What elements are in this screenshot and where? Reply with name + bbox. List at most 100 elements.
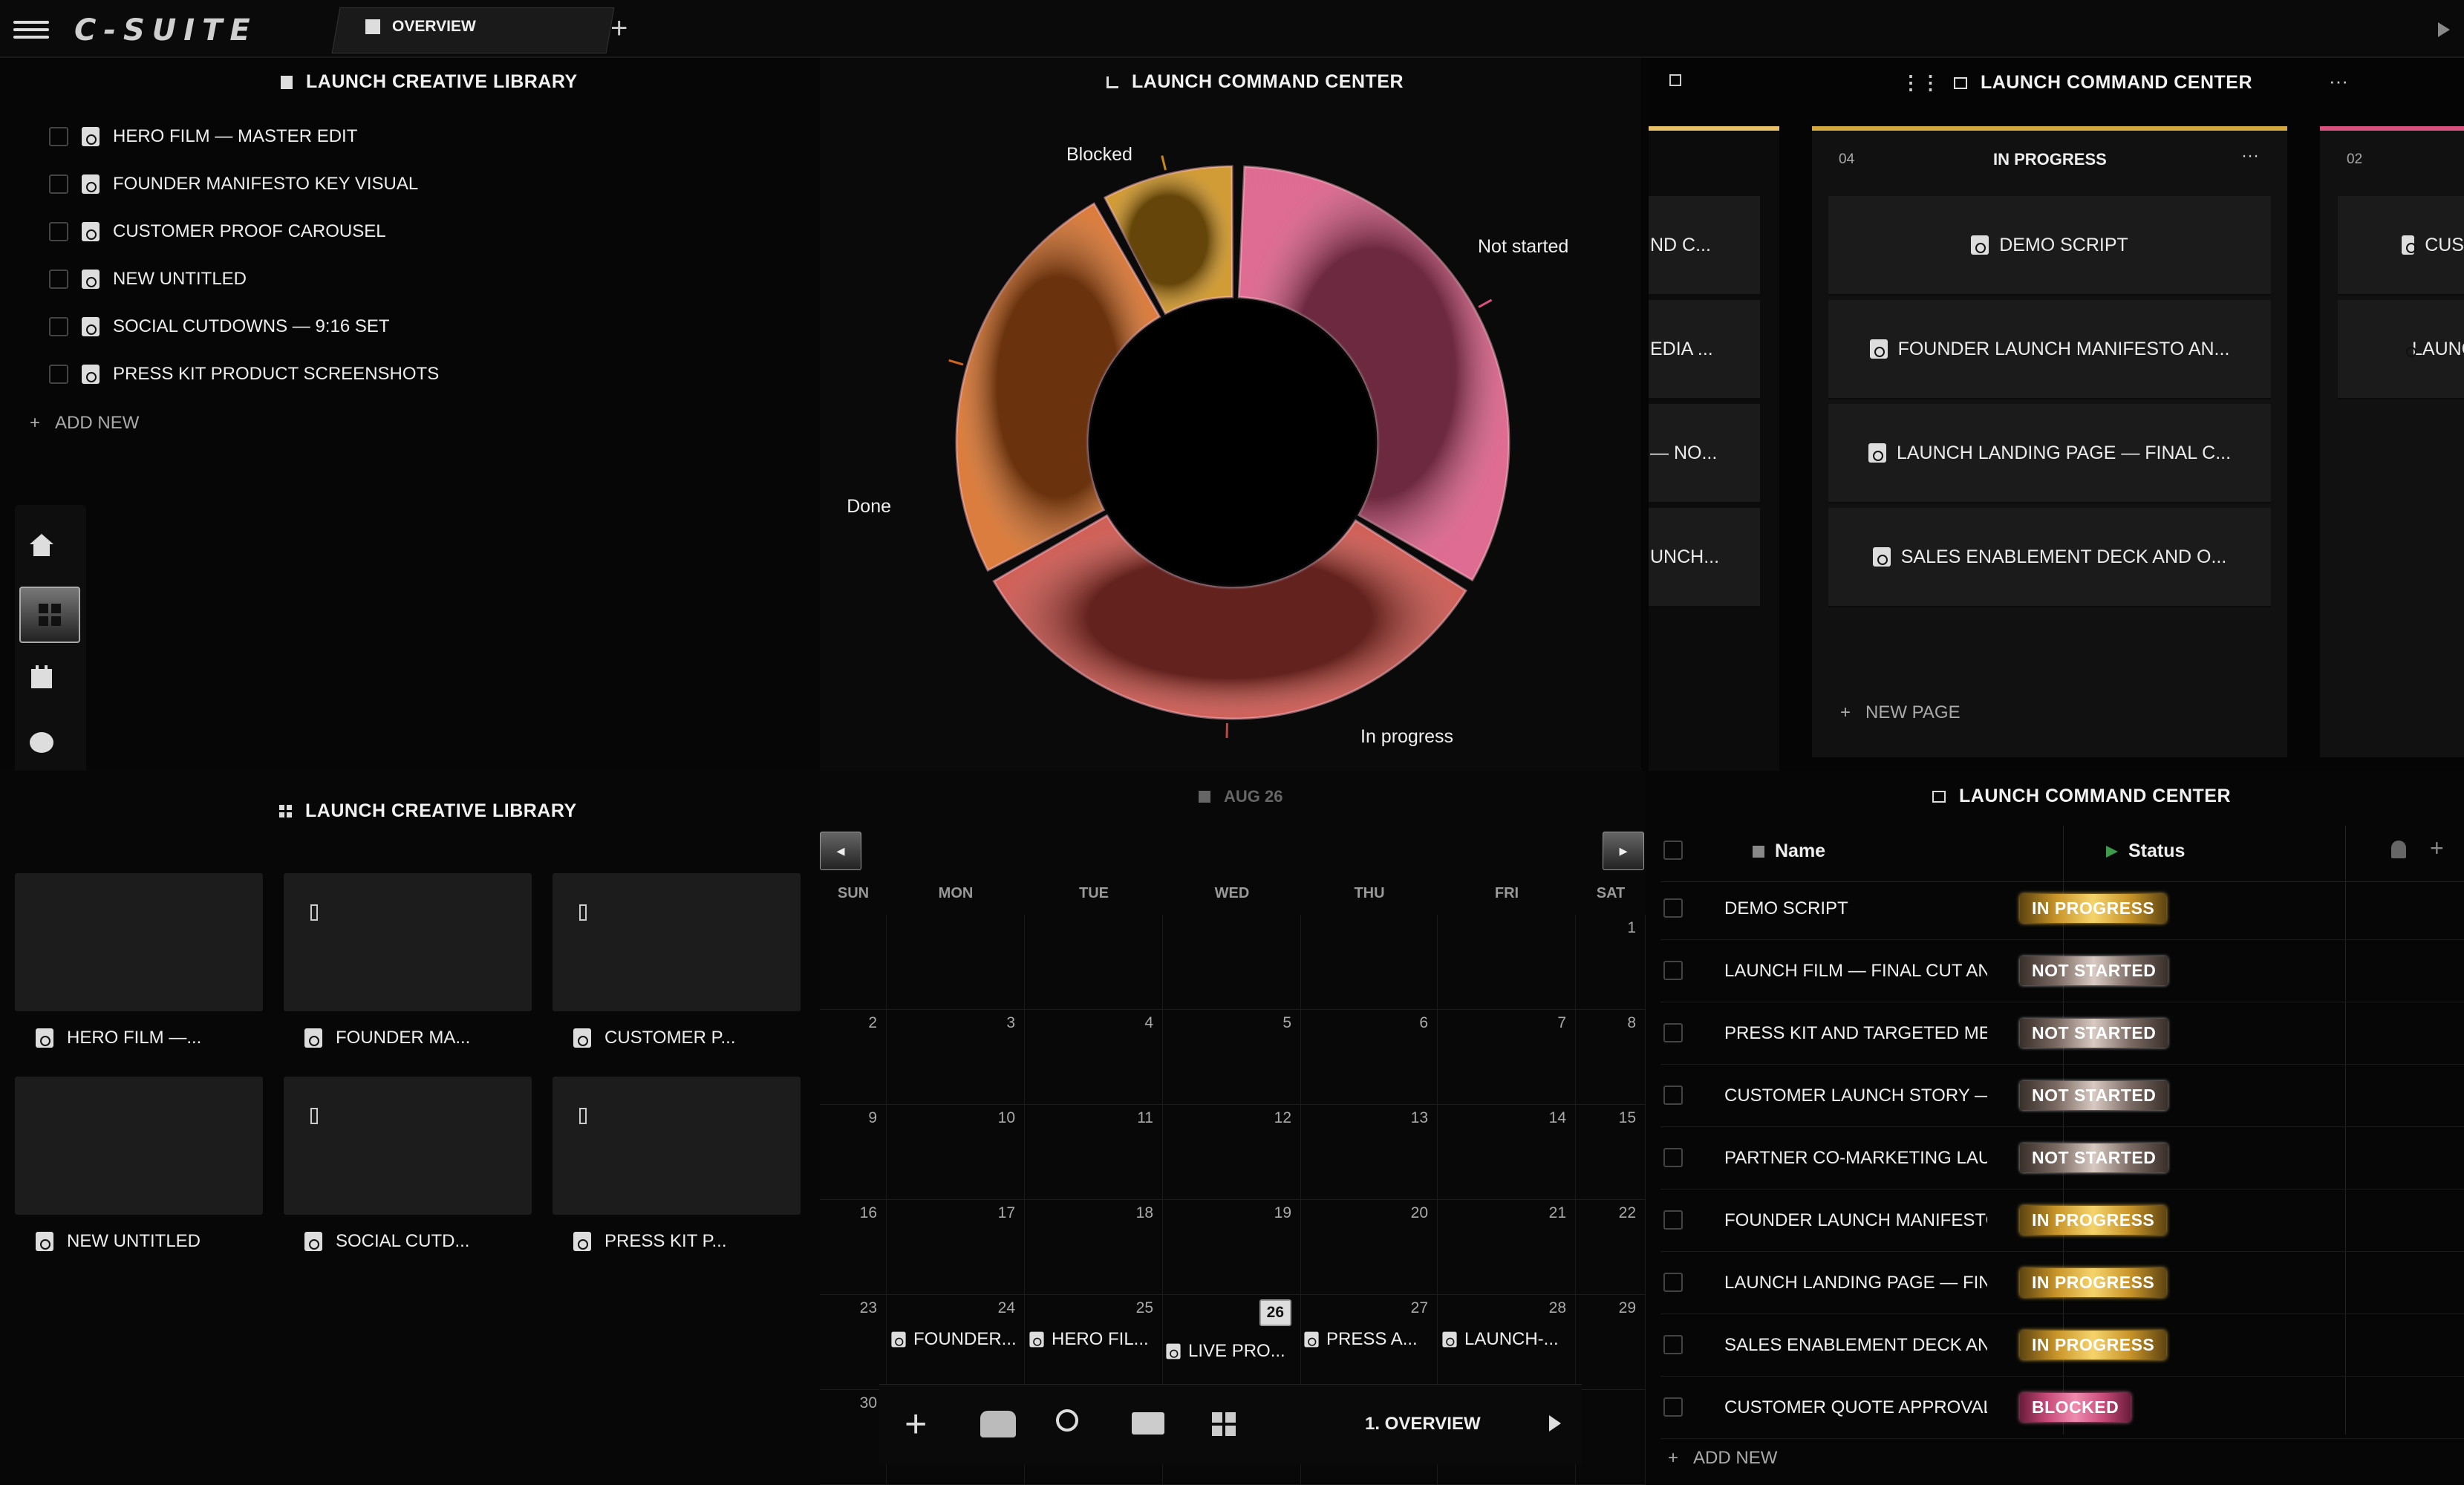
- kanban-card-left[interactable]: UNCH...: [1649, 508, 1760, 607]
- calendar-day-cell[interactable]: 3: [887, 1010, 1025, 1105]
- library-tile-label[interactable]: PRESS KIT P...: [573, 1231, 727, 1252]
- table-row[interactable]: FOUNDER LAUNCH MANIFESTO AND :IN PROGRES…: [1660, 1189, 2464, 1252]
- item-checkbox[interactable]: [49, 317, 68, 336]
- calendar-day-cell[interactable]: [1576, 1390, 1646, 1485]
- row-checkbox[interactable]: [1663, 1397, 1683, 1417]
- table-row[interactable]: CUSTOMER QUOTE APPROVALSBLOCKED: [1660, 1377, 2464, 1439]
- calendar-day-cell[interactable]: 18: [1025, 1200, 1163, 1295]
- calendar-day-cell[interactable]: [1163, 915, 1301, 1010]
- person-icon[interactable]: [2391, 841, 2406, 858]
- calendar-day-cell[interactable]: 2: [820, 1010, 887, 1105]
- table-row[interactable]: LAUNCH FILM — FINAL CUT AND CAPTNOT STAR…: [1660, 940, 2464, 1002]
- table-row[interactable]: LAUNCH LANDING PAGE — FINAL COIIN PROGRE…: [1660, 1252, 2464, 1314]
- calendar-day-cell[interactable]: 12: [1163, 1105, 1301, 1200]
- kanban-card-left[interactable]: ND C...: [1649, 196, 1760, 296]
- item-checkbox[interactable]: [49, 270, 68, 289]
- row-checkbox[interactable]: [1663, 1335, 1683, 1354]
- play-icon[interactable]: [1549, 1415, 1561, 1432]
- item-checkbox[interactable]: [49, 127, 68, 146]
- status-badge[interactable]: IN PROGRESS: [2020, 894, 2166, 923]
- select-all-checkbox[interactable]: [1663, 841, 1683, 860]
- kanban-card-right[interactable]: LAUNC: [2338, 300, 2464, 399]
- calendar-day-cell[interactable]: 21: [1438, 1200, 1576, 1295]
- row-checkbox[interactable]: [1663, 1210, 1683, 1230]
- library-tile-label[interactable]: FOUNDER MA...: [304, 1028, 470, 1048]
- home-icon[interactable]: [16, 520, 67, 570]
- new-page-button[interactable]: + NEW PAGE: [1840, 702, 1961, 723]
- kanban-card-left[interactable]: EDIA ...: [1649, 300, 1760, 399]
- calendar-day-cell[interactable]: [1438, 915, 1576, 1010]
- row-checkbox[interactable]: [1663, 961, 1683, 980]
- chat-icon[interactable]: [1132, 1412, 1164, 1435]
- calendar-day-cell[interactable]: 7: [1438, 1010, 1576, 1105]
- status-badge[interactable]: IN PROGRESS: [2020, 1331, 2166, 1360]
- library-tile-label[interactable]: SOCIAL CUTD...: [304, 1231, 469, 1252]
- table-row[interactable]: PARTNER CO-MARKETING LAUNCH KNOT STARTED: [1660, 1127, 2464, 1189]
- calendar-day-cell[interactable]: [1301, 915, 1438, 1010]
- library-item[interactable]: PRESS KIT PRODUCT SCREENSHOTS: [49, 359, 439, 389]
- calendar-day-cell[interactable]: 9: [820, 1105, 887, 1200]
- column-more-icon[interactable]: ···: [2241, 146, 2259, 166]
- library-tile-preview[interactable]: [15, 873, 263, 1011]
- add-column-button[interactable]: +: [2430, 835, 2444, 862]
- calendar-day-cell[interactable]: 10: [887, 1105, 1025, 1200]
- row-checkbox[interactable]: [1663, 1148, 1683, 1167]
- kanban-card[interactable]: LAUNCH LANDING PAGE — FINAL C...: [1828, 404, 2271, 503]
- calendar-day-cell[interactable]: 5: [1163, 1010, 1301, 1105]
- library-item[interactable]: SOCIAL CUTDOWNS — 9:16 SET: [49, 312, 390, 342]
- library-tile-preview[interactable]: [284, 873, 532, 1011]
- calendar-day-cell[interactable]: 30: [820, 1390, 887, 1485]
- library-add-new-button[interactable]: + ADD NEW: [30, 413, 139, 434]
- item-checkbox[interactable]: [49, 365, 68, 384]
- library-tile-label[interactable]: NEW UNTITLED: [36, 1231, 201, 1252]
- calendar-event[interactable]: HERO FIL...: [1028, 1329, 1149, 1350]
- library-tile-preview[interactable]: [284, 1077, 532, 1215]
- inbox-icon[interactable]: [980, 1411, 1016, 1437]
- row-checkbox[interactable]: [1663, 1273, 1683, 1292]
- kanban-card[interactable]: SALES ENABLEMENT DECK AND O...: [1828, 508, 2271, 607]
- library-item[interactable]: HERO FILM — MASTER EDIT: [49, 122, 357, 151]
- brain-icon[interactable]: [16, 717, 67, 768]
- row-checkbox[interactable]: [1663, 898, 1683, 918]
- add-icon[interactable]: +: [905, 1405, 927, 1443]
- calendar-day-cell[interactable]: 16: [820, 1200, 887, 1295]
- status-badge[interactable]: NOT STARTED: [2020, 956, 2168, 985]
- status-badge[interactable]: NOT STARTED: [2020, 1081, 2168, 1110]
- table-row[interactable]: DEMO SCRIPTIN PROGRESS: [1660, 878, 2464, 940]
- status-badge[interactable]: NOT STARTED: [2020, 1019, 2168, 1048]
- calendar-day-cell[interactable]: 29: [1576, 1295, 1646, 1390]
- next-month-button[interactable]: ▸: [1603, 832, 1644, 870]
- library-item[interactable]: FOUNDER MANIFESTO KEY VISUAL: [49, 169, 418, 199]
- kanban-card[interactable]: FOUNDER LAUNCH MANIFESTO AN...: [1828, 300, 2271, 399]
- expand-right-icon[interactable]: [2438, 22, 2450, 37]
- library-tile-label[interactable]: HERO FILM —...: [36, 1028, 201, 1048]
- item-checkbox[interactable]: [49, 222, 68, 241]
- calendar-day-cell[interactable]: 11: [1025, 1105, 1163, 1200]
- calendar-day-cell[interactable]: 4: [1025, 1010, 1163, 1105]
- library-tile-label[interactable]: CUSTOMER P...: [573, 1028, 735, 1048]
- kanban-card-right[interactable]: CUS: [2338, 196, 2464, 296]
- status-badge[interactable]: IN PROGRESS: [2020, 1206, 2166, 1235]
- kanban-card[interactable]: DEMO SCRIPT: [1828, 196, 2271, 296]
- calendar-event[interactable]: LIVE PRO...: [1164, 1341, 1285, 1362]
- tab-overview-content[interactable]: OVERVIEW: [365, 18, 476, 36]
- square-icon[interactable]: [1669, 74, 1681, 86]
- row-checkbox[interactable]: [1663, 1086, 1683, 1105]
- calendar-event[interactable]: LAUNCH-...: [1441, 1329, 1559, 1350]
- calendar-day-cell[interactable]: [887, 915, 1025, 1010]
- calendar-day-cell[interactable]: 6: [1301, 1010, 1438, 1105]
- calendar-event[interactable]: PRESS A...: [1303, 1329, 1418, 1350]
- calendar-day-cell[interactable]: 19: [1163, 1200, 1301, 1295]
- search-icon[interactable]: [1056, 1409, 1078, 1432]
- table-row[interactable]: SALES ENABLEMENT DECK AND OBJEIN PROGRES…: [1660, 1314, 2464, 1377]
- calendar-day-cell[interactable]: 20: [1301, 1200, 1438, 1295]
- calendar-event[interactable]: FOUNDER...: [890, 1329, 1017, 1350]
- library-item[interactable]: NEW UNTITLED: [49, 264, 247, 294]
- calendar-day-cell[interactable]: [1025, 915, 1163, 1010]
- current-page-label[interactable]: 1. OVERVIEW: [1365, 1414, 1481, 1435]
- add-tab-button[interactable]: +: [610, 12, 628, 45]
- library-tile-preview[interactable]: [553, 1077, 801, 1215]
- item-checkbox[interactable]: [49, 174, 68, 194]
- calendar-icon[interactable]: [16, 652, 67, 702]
- name-column-header[interactable]: Name: [1753, 841, 1825, 862]
